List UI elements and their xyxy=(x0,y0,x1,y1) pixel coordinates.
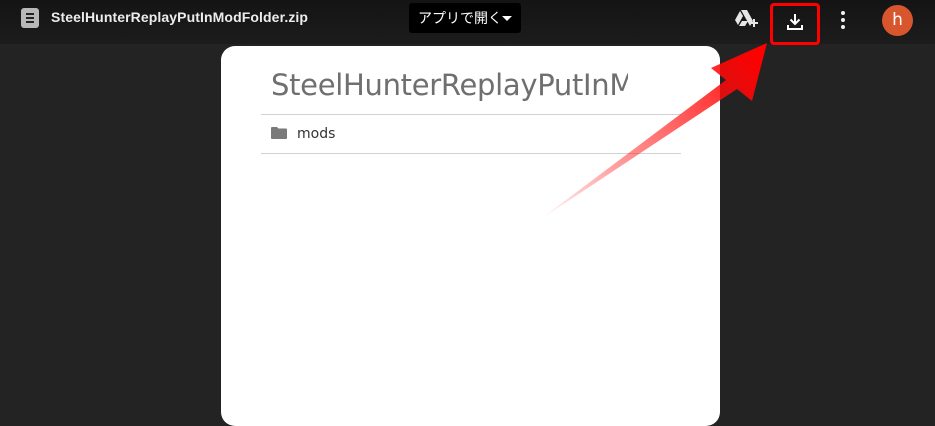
file-title: SteelHunterReplayPutInModFolder.zip xyxy=(51,9,309,25)
divider xyxy=(261,153,681,154)
add-to-drive-icon xyxy=(735,10,758,27)
more-options-button[interactable] xyxy=(834,8,852,32)
more-vert-icon xyxy=(841,11,845,29)
avatar[interactable]: h xyxy=(882,5,913,36)
add-to-drive-button[interactable] xyxy=(733,7,759,31)
folder-name: mods xyxy=(297,126,336,142)
open-with-label: アプリで開く xyxy=(418,11,502,27)
open-with-dropdown[interactable]: アプリで開く xyxy=(409,3,521,33)
caret-down-icon xyxy=(502,16,512,21)
download-button[interactable] xyxy=(770,3,820,45)
file-icon xyxy=(21,8,39,28)
list-item[interactable]: mods xyxy=(261,115,681,153)
archive-viewer-card: SteelHunterReplayPutInMod mods xyxy=(221,46,720,426)
archive-title: SteelHunterReplayPutInMod xyxy=(271,68,628,102)
folder-icon xyxy=(271,127,287,139)
top-bar: SteelHunterReplayPutInModFolder.zip アプリで… xyxy=(0,0,935,45)
download-icon xyxy=(787,14,803,30)
